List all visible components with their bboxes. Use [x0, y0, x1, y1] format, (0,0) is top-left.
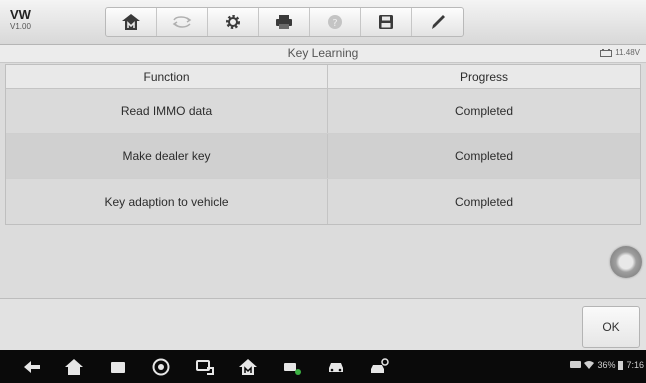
print-button[interactable] [259, 8, 310, 36]
status-area: 36% 7:16 [570, 360, 644, 370]
app-version: V1.00 [10, 22, 31, 31]
home-button[interactable] [106, 8, 157, 36]
vehicle-swap-button [157, 8, 208, 36]
wifi-icon [584, 361, 595, 369]
column-header-function: Function [6, 65, 328, 88]
settings-gear-icon [226, 15, 240, 29]
pen-icon [431, 15, 445, 29]
column-header-progress: Progress [459, 69, 509, 84]
car-battery-icon [600, 48, 613, 57]
table-header: Function Progress [6, 65, 640, 89]
top-toolbar: VW V1.00 ? [0, 0, 646, 45]
chat-icon [570, 360, 582, 368]
battery-percent: 36% [597, 360, 616, 370]
app-identifier: VW V1.00 [10, 8, 31, 31]
battery-icon [618, 361, 624, 370]
progress-cell: Completed [454, 104, 514, 118]
voltage-value: 11.48V [615, 48, 640, 57]
save-icon [379, 15, 393, 29]
vci-status-icon[interactable] [282, 357, 302, 377]
function-cell: Read IMMO data [6, 89, 328, 133]
page-title: Key Learning [287, 46, 359, 60]
recent-apps-icon[interactable] [108, 357, 128, 377]
progress-cell: Completed [454, 149, 514, 163]
action-bar: OK [0, 298, 646, 351]
table-row[interactable]: Read IMMO data Completed [6, 89, 640, 134]
vehicle-swap-icon [172, 16, 192, 28]
back-icon[interactable] [22, 357, 42, 377]
edit-button[interactable] [412, 8, 463, 36]
browser-icon[interactable] [151, 357, 171, 377]
help-icon: ? [328, 15, 342, 29]
home-icon[interactable] [64, 357, 84, 377]
home-icon [122, 14, 140, 30]
toolbar-buttons: ? [105, 7, 464, 37]
maxisys-home-icon[interactable] [238, 357, 258, 377]
system-nav-bar: 36% 7:16 [0, 350, 646, 383]
help-button: ? [310, 8, 361, 36]
battery-voltage: 11.48V [600, 48, 640, 57]
settings-button[interactable] [208, 8, 259, 36]
remote-desk-icon[interactable] [195, 357, 215, 377]
function-cell: Make dealer key [6, 134, 328, 178]
table-row[interactable]: Key adaption to vehicle Completed [6, 179, 640, 224]
car-service-icon[interactable] [370, 357, 390, 377]
app-name: VW [10, 7, 31, 22]
progress-cell: Completed [454, 194, 514, 209]
svg-text:?: ? [332, 18, 337, 29]
save-button[interactable] [361, 8, 412, 36]
key-learning-table: Function Progress Read IMMO data Complet… [5, 64, 641, 225]
table-row[interactable]: Make dealer key Completed [6, 134, 640, 179]
clock: 7:16 [626, 360, 644, 370]
function-cell: Key adaption to vehicle [6, 179, 328, 224]
scroll-knob[interactable] [610, 246, 642, 278]
title-bar: Key Learning 11.48V [0, 45, 646, 63]
ok-button[interactable]: OK [582, 306, 640, 348]
car-icon[interactable] [326, 357, 346, 377]
print-icon [276, 15, 292, 29]
